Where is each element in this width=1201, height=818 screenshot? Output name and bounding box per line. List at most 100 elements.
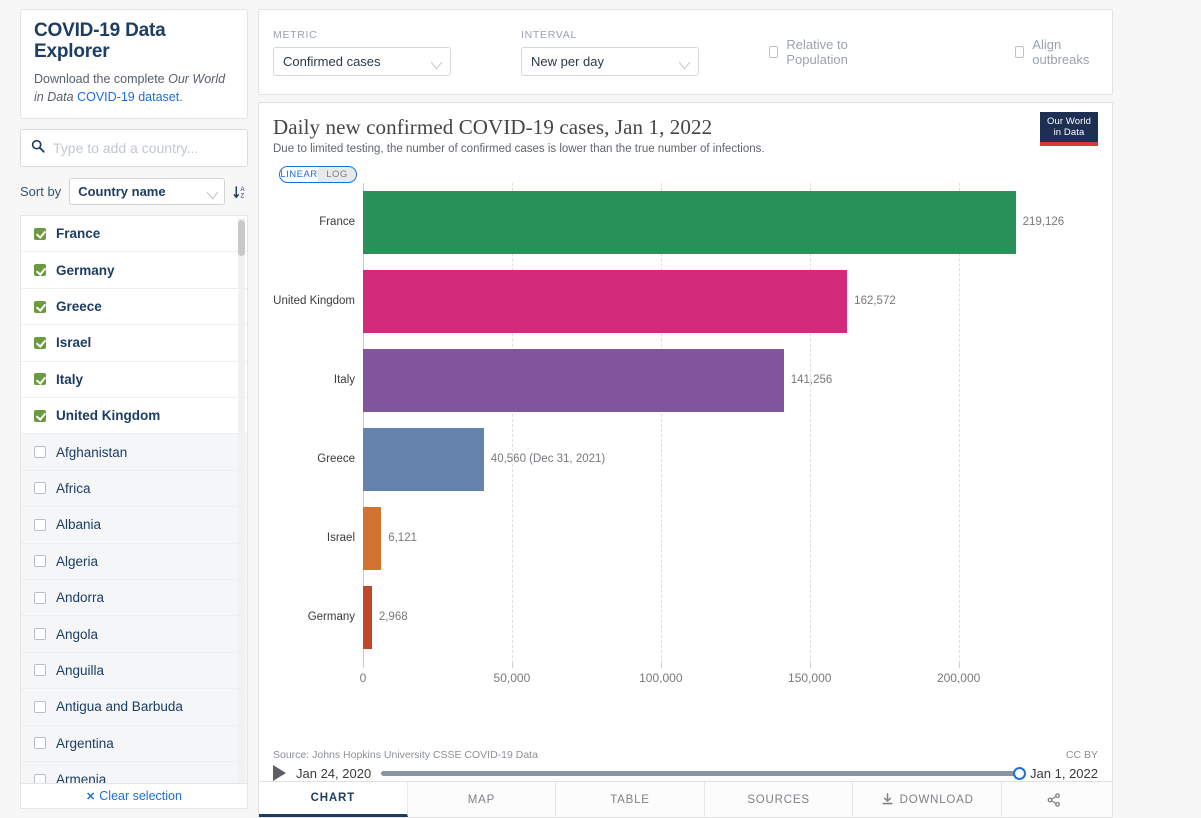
x-axis-tick-label: 0 bbox=[359, 671, 367, 685]
search-input[interactable] bbox=[53, 140, 237, 157]
owid-logo-line2: in Data bbox=[1053, 127, 1085, 138]
chart-card: Daily new confirmed COVID-19 cases, Jan … bbox=[258, 102, 1113, 818]
scale-toggle[interactable]: LINEAR LOG bbox=[279, 166, 357, 183]
metric-label: METRIC bbox=[273, 28, 318, 41]
country-list[interactable]: France Germany Greece Israel Italy United Kin… bbox=[21, 216, 247, 808]
sort-select-wrapper[interactable]: Country name bbox=[69, 178, 225, 206]
relative-to-population-label: Relative to Population bbox=[786, 37, 848, 67]
covid-dataset-link[interactable]: COVID-19 dataset. bbox=[77, 90, 183, 104]
checkbox-icon[interactable] bbox=[34, 482, 46, 495]
country-list-item[interactable]: Italy bbox=[21, 361, 247, 398]
checkbox-icon[interactable] bbox=[34, 737, 46, 750]
timeline-start-date: Jan 24, 2020 bbox=[296, 765, 372, 781]
chart-bar[interactable] bbox=[363, 506, 382, 571]
main-panel: METRIC Confirmed cases INTERVAL New per … bbox=[258, 9, 1113, 818]
checkbox-icon[interactable] bbox=[34, 591, 46, 604]
x-axis-tick-label: 150,000 bbox=[788, 671, 832, 685]
chart-bar-row[interactable]: United Kingdom 162,572 bbox=[273, 269, 1098, 334]
country-list-item[interactable]: Angola bbox=[21, 616, 247, 653]
sort-direction-icon[interactable]: A Z bbox=[233, 184, 248, 200]
chart-bar-row[interactable]: France 219,126 bbox=[273, 190, 1098, 255]
chart-bar-row[interactable]: Germany 2,968 bbox=[273, 585, 1098, 650]
chart-bar[interactable] bbox=[363, 269, 848, 334]
country-list-item[interactable]: Anguilla bbox=[21, 652, 247, 690]
checkbox-icon[interactable] bbox=[34, 628, 46, 641]
tab-table[interactable]: TABLE bbox=[556, 782, 705, 817]
country-name-label: Afghanistan bbox=[56, 444, 128, 460]
metric-select-wrapper[interactable]: Confirmed cases bbox=[273, 46, 451, 76]
metric-select[interactable]: Confirmed cases bbox=[274, 47, 450, 75]
interval-select-wrapper[interactable]: New per day bbox=[521, 46, 699, 76]
country-list-item[interactable]: Greece bbox=[21, 288, 247, 326]
country-list-item[interactable]: United Kingdom bbox=[21, 397, 247, 435]
country-name-label: Antigua and Barbuda bbox=[56, 699, 183, 715]
align-outbreaks-checkbox[interactable]: Align outbreaks bbox=[1014, 37, 1098, 67]
checkbox-icon[interactable] bbox=[34, 264, 46, 277]
country-list-item[interactable]: Andorra bbox=[21, 579, 247, 617]
checkbox-icon[interactable] bbox=[34, 336, 46, 349]
checkbox-icon[interactable] bbox=[34, 409, 46, 422]
play-icon[interactable] bbox=[273, 765, 286, 781]
chart-bar[interactable] bbox=[363, 348, 784, 413]
checkbox-icon[interactable] bbox=[34, 446, 46, 459]
chart-bar-row[interactable]: Greece 40,560 (Dec 31, 2021) bbox=[273, 427, 1098, 492]
checkbox-icon[interactable] bbox=[34, 518, 46, 531]
country-name-label: Greece bbox=[56, 299, 102, 314]
download-icon bbox=[881, 793, 894, 806]
country-list-item[interactable]: Israel bbox=[21, 325, 247, 362]
country-name-label: Israel bbox=[56, 335, 92, 351]
relative-to-population-checkbox[interactable]: Relative to Population bbox=[769, 37, 880, 67]
chart-bar-row[interactable]: Italy 141,256 bbox=[273, 348, 1098, 413]
tab-chart[interactable]: CHART bbox=[259, 782, 408, 817]
checkbox-icon[interactable] bbox=[34, 227, 46, 240]
chart-bar[interactable] bbox=[363, 190, 1016, 255]
timeline-slider-handle[interactable] bbox=[1013, 766, 1027, 780]
country-list-item[interactable]: Africa bbox=[21, 470, 247, 508]
checkbox-icon[interactable] bbox=[34, 373, 46, 386]
checkbox-icon bbox=[1014, 46, 1025, 58]
tab-map[interactable]: MAP bbox=[407, 782, 557, 817]
source-row: Source: Johns Hopkins University CSSE CO… bbox=[259, 749, 1112, 761]
tab-share[interactable] bbox=[1001, 782, 1112, 817]
sort-row: Sort by Country name A Z bbox=[20, 178, 248, 206]
chart-bar[interactable] bbox=[363, 585, 372, 650]
country-name-label: Anguilla bbox=[56, 662, 105, 678]
chart-bar-row[interactable]: Israel 6,121 bbox=[273, 506, 1098, 571]
country-list-item[interactable]: Afghanistan bbox=[21, 434, 247, 471]
country-name-label: United Kingdom bbox=[56, 408, 161, 424]
country-list-item[interactable]: France bbox=[21, 216, 247, 253]
country-list-item[interactable]: Albania bbox=[21, 507, 247, 544]
interval-select[interactable]: New per day bbox=[522, 47, 698, 75]
sort-select[interactable]: Country name bbox=[70, 179, 224, 205]
tab-sources[interactable]: SOURCES bbox=[704, 782, 854, 817]
bar-value-label: 2,968 bbox=[378, 611, 408, 624]
clear-selection-button[interactable]: ✕ Clear selection bbox=[21, 783, 247, 808]
country-list-item[interactable]: Germany bbox=[21, 252, 247, 289]
checkbox-icon[interactable] bbox=[34, 300, 46, 313]
bar-value-label: 141,256 bbox=[790, 374, 833, 387]
tab-label: SOURCES bbox=[747, 793, 810, 806]
checkbox-icon[interactable] bbox=[34, 664, 46, 677]
country-list-item[interactable]: Algeria bbox=[21, 543, 247, 580]
country-list-item[interactable]: Antigua and Barbuda bbox=[21, 689, 247, 726]
country-list-item[interactable]: Argentina bbox=[21, 725, 247, 762]
bar-value-label: 162,572 bbox=[854, 295, 896, 308]
owid-logo: Our World in Data bbox=[1040, 112, 1098, 146]
brand-subtitle-prefix: Download the complete bbox=[34, 71, 169, 86]
bar-chart-plot: France 219,126 United Kingdom 162,572 Italy 1… bbox=[273, 183, 1098, 749]
tab-download[interactable]: DOWNLOAD bbox=[853, 782, 1002, 817]
interval-control: INTERVAL New per day bbox=[521, 29, 699, 76]
scale-log-button[interactable]: LOG bbox=[318, 167, 356, 182]
scale-linear-button[interactable]: LINEAR bbox=[280, 167, 318, 182]
country-search-box[interactable] bbox=[20, 129, 248, 168]
country-list-scrollbar[interactable] bbox=[238, 218, 245, 809]
chart-bar[interactable] bbox=[363, 427, 484, 492]
checkbox-icon[interactable] bbox=[34, 555, 46, 568]
covid-data-explorer: COVID-19 Data Explorer Download the comp… bbox=[0, 0, 1201, 818]
timeline-slider-track[interactable] bbox=[381, 766, 1027, 780]
checkbox-icon[interactable] bbox=[34, 700, 46, 713]
bar-category-label: France bbox=[319, 216, 355, 229]
country-name-label: Angola bbox=[56, 626, 99, 642]
scrollbar-thumb[interactable] bbox=[238, 220, 245, 257]
bar-category-label: Greece bbox=[317, 453, 355, 466]
